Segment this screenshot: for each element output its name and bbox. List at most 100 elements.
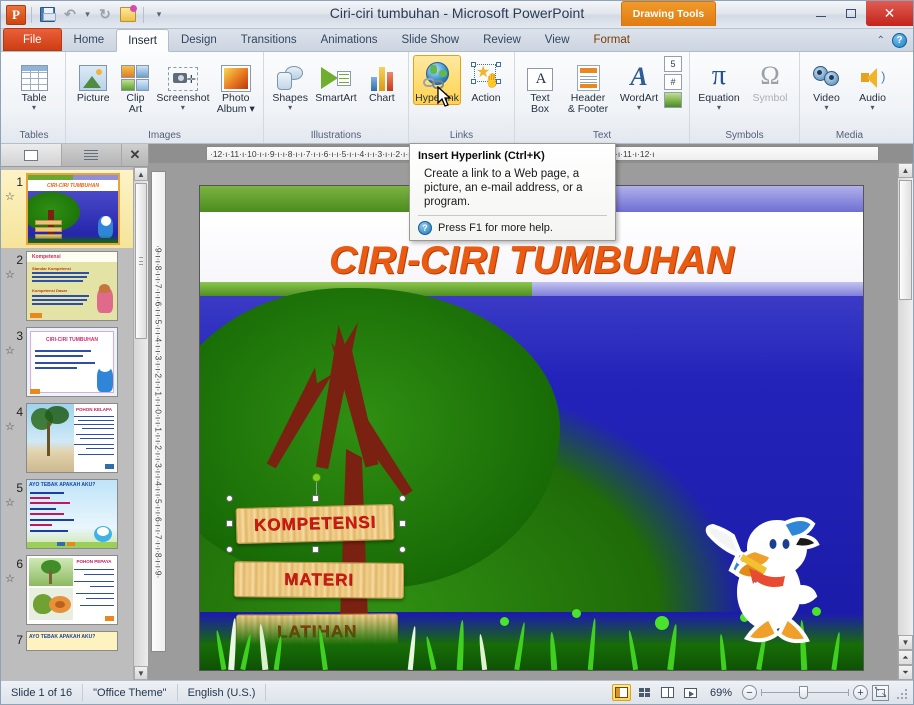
symbol-button[interactable]: Ω Symbol <box>745 55 795 105</box>
tab-slide-show[interactable]: Slide Show <box>390 29 472 51</box>
tab-transitions[interactable]: Transitions <box>229 29 309 51</box>
resize-handle-middle-left[interactable] <box>226 520 233 527</box>
rotation-handle[interactable] <box>312 473 321 482</box>
redo-icon[interactable]: ↻ <box>95 5 115 25</box>
list-item[interactable]: 2 ☆ Kompetensi Standar Kompetensi Kompet… <box>1 248 148 324</box>
theme-indicator[interactable]: "Office Theme" <box>83 684 178 701</box>
powerpoint-logo-icon[interactable]: P <box>6 4 26 25</box>
tab-format[interactable]: Format <box>582 29 642 51</box>
vertical-ruler[interactable]: ·9·ı·ı·8·ı·ı·7·ı·ı·6·ı·ı·5·ı·ı·4·ı·ı·3·ı… <box>151 171 166 652</box>
text-box-button[interactable]: A Text Box <box>519 55 561 116</box>
picture-button[interactable]: Picture <box>70 55 117 105</box>
table-caret-icon[interactable]: ▾ <box>32 104 36 112</box>
slide-indicator[interactable]: Slide 1 of 16 <box>1 684 84 701</box>
thumbnail-scroll-up-button[interactable]: ▲ <box>134 167 148 181</box>
action-label: Action <box>471 92 501 104</box>
tab-insert[interactable]: Insert <box>116 29 169 52</box>
donald-duck-image[interactable] <box>695 496 837 646</box>
thumbnail-scroll-thumb[interactable] <box>135 183 147 339</box>
close-button[interactable]: ✕ <box>866 1 913 26</box>
help-icon[interactable]: ? <box>892 33 907 48</box>
screenshot-caret-icon[interactable]: ▾ <box>181 104 185 112</box>
scroll-down-button[interactable]: ▼ <box>898 635 913 650</box>
close-thumbnail-pane-button[interactable]: ✕ <box>122 144 148 166</box>
tab-animations[interactable]: Animations <box>309 29 390 51</box>
shapes-button[interactable]: Shapes ▾ <box>268 55 312 112</box>
slide-number-button[interactable]: # <box>664 74 682 90</box>
zoom-out-button[interactable]: − <box>742 685 757 700</box>
tab-design[interactable]: Design <box>169 29 229 51</box>
undo-dropdown-icon[interactable]: ▾ <box>83 5 92 25</box>
previous-slide-button[interactable]: ⏶ <box>898 650 913 665</box>
thumbnail-scroll-down-button[interactable]: ▼ <box>134 666 148 680</box>
table-button[interactable]: Table ▾ <box>8 55 60 112</box>
language-indicator[interactable]: English (U.S.) <box>178 684 267 701</box>
audio-caret-icon[interactable]: ▾ <box>870 104 874 112</box>
slide-title[interactable]: CIRI-CIRI TUMBUHAN <box>200 239 863 283</box>
slide-canvas[interactable]: CIRI-CIRI TUMBUHAN KOMPETENSI MATERI LAT… <box>199 185 864 671</box>
equation-button[interactable]: π Equation ▾ <box>694 55 744 112</box>
slide-vertical-scrollbar[interactable]: ▲ ▼ ⏶ ⏷ <box>897 163 913 680</box>
window-resize-grip[interactable] <box>895 687 907 699</box>
list-item[interactable]: 5 ☆ AYO TEBAK APAKAH AKU? <box>1 476 148 552</box>
start-slideshow-icon[interactable] <box>118 5 138 25</box>
outline-tab[interactable] <box>62 144 122 166</box>
zoom-in-button[interactable]: + <box>853 685 868 700</box>
list-item[interactable]: 4 ☆ POHON KELAPA <box>1 400 148 476</box>
smartart-button[interactable]: SmartArt <box>313 55 358 105</box>
collapse-ribbon-icon[interactable]: ⌃ <box>877 35 885 46</box>
list-item[interactable]: 1 ☆ CIRI-CIRI TUMBUHAN <box>1 170 148 248</box>
resize-handle-bottom-left[interactable] <box>226 546 233 553</box>
view-reading-button[interactable] <box>658 684 677 701</box>
minimize-button[interactable] <box>806 2 836 24</box>
group-label-text: Text <box>592 130 612 141</box>
sign-materi[interactable]: MATERI <box>233 561 405 599</box>
save-icon[interactable] <box>37 5 57 25</box>
selection-frame[interactable] <box>226 473 406 553</box>
tab-view[interactable]: View <box>533 29 582 51</box>
zoom-slider[interactable] <box>761 685 849 700</box>
scroll-up-button[interactable]: ▲ <box>898 163 913 178</box>
view-slideshow-button[interactable] <box>681 684 700 701</box>
undo-icon[interactable]: ↶ <box>60 5 80 25</box>
thumbnail-list[interactable]: 1 ☆ CIRI-CIRI TUMBUHAN 2 ☆ Kompetensi St… <box>1 167 148 680</box>
list-item[interactable]: 6 ☆ POHON PEPAYA <box>1 552 148 628</box>
shapes-caret-icon[interactable]: ▾ <box>288 104 292 112</box>
scroll-thumb[interactable] <box>899 180 912 300</box>
audio-button[interactable]: ) Audio ▾ <box>850 55 895 112</box>
next-slide-button[interactable]: ⏷ <box>898 665 913 680</box>
zoom-level-label[interactable]: 69% <box>704 687 738 699</box>
tab-file[interactable]: File <box>3 28 62 51</box>
action-button[interactable]: ★ ✋ Action <box>462 55 510 105</box>
chart-button[interactable]: Chart <box>360 55 404 105</box>
video-button[interactable]: Video ▾ <box>804 55 849 112</box>
tab-home[interactable]: Home <box>62 29 117 51</box>
resize-handle-middle-right[interactable] <box>399 520 406 527</box>
date-time-button[interactable]: 5 <box>664 56 682 72</box>
view-slide-sorter-button[interactable] <box>635 684 654 701</box>
wordart-caret-icon[interactable]: ▾ <box>637 104 641 112</box>
customize-qat-icon[interactable]: ▾ <box>149 5 169 25</box>
list-item[interactable]: 7 AYO TEBAK APAKAH AKU? <box>1 628 148 654</box>
clip-art-button[interactable]: Clip Art <box>118 55 154 116</box>
view-normal-button[interactable] <box>611 684 631 701</box>
screenshot-button[interactable]: ✛ Screenshot ▾ <box>154 55 211 112</box>
zoom-slider-knob[interactable] <box>799 686 808 699</box>
object-button[interactable] <box>664 92 682 108</box>
resize-handle-bottom-right[interactable] <box>399 546 406 553</box>
fit-slide-to-window-button[interactable]: ↖ ↘ <box>872 684 889 701</box>
video-caret-icon[interactable]: ▾ <box>824 104 828 112</box>
thumbnail-scrollbar[interactable]: ▲ ▼ <box>133 167 148 680</box>
equation-caret-icon[interactable]: ▾ <box>717 104 721 112</box>
resize-handle-bottom-center[interactable] <box>312 546 319 553</box>
list-item[interactable]: 3 ☆ CIRI-CIRI TUMBUHAN <box>1 324 148 400</box>
wordart-button[interactable]: A WordArt ▾ <box>615 55 663 112</box>
photo-album-button[interactable]: Photo Album ▾ <box>213 55 260 116</box>
resize-handle-top-right[interactable] <box>399 495 406 502</box>
header-footer-button[interactable]: Header & Footer <box>562 55 614 116</box>
resize-handle-top-center[interactable] <box>312 495 319 502</box>
restore-button[interactable] <box>836 2 866 24</box>
tab-review[interactable]: Review <box>471 29 533 51</box>
resize-handle-top-left[interactable] <box>226 495 233 502</box>
slides-tab[interactable] <box>1 144 62 166</box>
